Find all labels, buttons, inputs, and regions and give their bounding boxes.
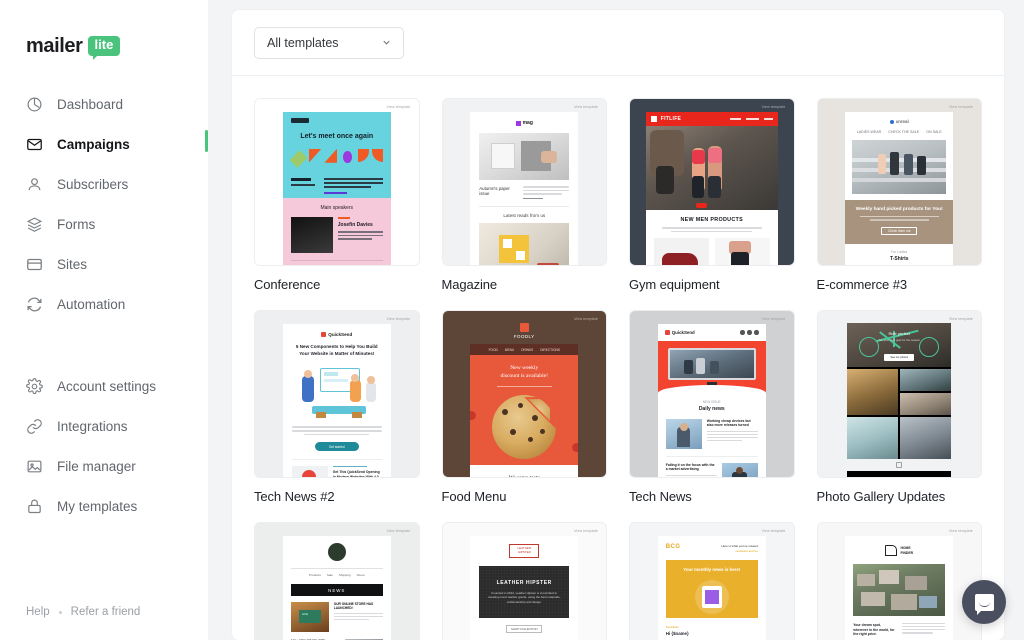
- intercom-chat-button[interactable]: [962, 580, 1006, 624]
- template-card[interactable]: View template mag Autumn's paper issue L…: [441, 98, 607, 292]
- template-thumbnail[interactable]: View template FOODLY FOOD MENU DRINKS DI…: [441, 310, 607, 478]
- chat-bubble-icon: [974, 593, 994, 615]
- sidebar-item-forms[interactable]: Forms: [0, 204, 208, 244]
- user-icon: [26, 176, 43, 193]
- link-icon: [26, 418, 43, 435]
- sidebar-primary-nav: Dashboard Campaigns Subscribers Forms Si…: [0, 66, 208, 324]
- view-template-label: View template: [949, 317, 973, 321]
- sidebar-item-label: Sites: [57, 256, 88, 272]
- lock-icon: [26, 498, 43, 515]
- sidebar-item-account-settings[interactable]: Account settings: [0, 366, 208, 406]
- view-template-label: View template: [761, 317, 786, 321]
- sidebar-item-label: Dashboard: [57, 96, 124, 112]
- sidebar-item-campaigns[interactable]: Campaigns: [0, 124, 208, 164]
- template-card[interactable]: View template FOODLY FOOD MENU DRINKS DI…: [441, 310, 607, 504]
- template-title: Gym equipment: [629, 277, 720, 292]
- templates-grid: View template Let's meet once again Main…: [232, 76, 1004, 640]
- view-template-label: View template: [761, 529, 786, 533]
- template-thumbnail[interactable]: View template HOME FINDER Your dream spo…: [816, 522, 982, 640]
- template-thumbnail[interactable]: View template LEATHER HIPSTER LEATHER HIP…: [441, 522, 607, 640]
- view-template-label: View template: [949, 529, 973, 533]
- filter-bar: All templates: [232, 10, 1004, 76]
- app-root: mailer lite Dashboard Campaigns Subscrib…: [0, 0, 1024, 640]
- template-card[interactable]: View template Products Sale Shipping Abo…: [254, 522, 420, 640]
- view-template-label: View template: [949, 105, 973, 109]
- view-template-label: View template: [574, 105, 598, 109]
- main-content: All templates View template Let's meet o…: [208, 0, 1024, 640]
- template-thumbnail[interactable]: View template unreal LADIES WEAR CHECK T…: [816, 98, 982, 266]
- chevron-down-icon: [381, 37, 392, 48]
- template-thumbnail[interactable]: View template QuickSend NEW ISSUE Daily …: [629, 310, 795, 478]
- separator-dot: [58, 610, 62, 614]
- sidebar-item-label: Subscribers: [57, 176, 129, 192]
- view-template-label: View template: [574, 317, 598, 321]
- sidebar-item-label: Automation: [57, 296, 126, 312]
- sidebar-item-label: File manager: [57, 458, 136, 474]
- template-thumbnail[interactable]: View template Products Sale Shipping Abo…: [254, 522, 420, 640]
- template-title: Photo Gallery Updates: [816, 489, 946, 504]
- view-template-label: View template: [386, 105, 411, 109]
- template-card[interactable]: View template QuickSend NEW ISSUE Daily …: [629, 310, 795, 504]
- template-card[interactable]: View template LEATHER HIPSTER LEATHER HIP…: [441, 522, 607, 640]
- template-thumbnail[interactable]: View template Let's meet once again Main…: [254, 98, 420, 266]
- template-thumbnail[interactable]: View template QuickSend 5 New Components…: [254, 310, 420, 478]
- pie-chart-icon: [26, 96, 43, 113]
- sidebar: mailer lite Dashboard Campaigns Subscrib…: [0, 0, 208, 640]
- template-card[interactable]: View template unreal LADIES WEAR CHECK T…: [816, 98, 982, 292]
- view-template-label: View template: [386, 317, 411, 321]
- template-card[interactable]: View template HOME FINDER Your dream spo…: [816, 522, 982, 640]
- sidebar-secondary-nav: Account settings Integrations File manag…: [0, 324, 208, 526]
- layers-icon: [26, 216, 43, 233]
- template-card[interactable]: View template Ride perfect Get your new …: [816, 310, 982, 504]
- active-nav-indicator: [205, 130, 208, 152]
- image-icon: [26, 458, 43, 475]
- template-card[interactable]: View template Let's meet once again Main…: [254, 98, 420, 292]
- sidebar-item-label: Integrations: [57, 418, 128, 434]
- logo[interactable]: mailer lite: [0, 0, 208, 66]
- help-link[interactable]: Help: [26, 606, 50, 618]
- sidebar-footer: Help Refer a friend: [0, 606, 208, 640]
- gear-icon: [26, 377, 43, 395]
- sidebar-item-label: Account settings: [57, 378, 157, 394]
- logo-text: mailer: [26, 34, 83, 57]
- view-template-label: View template: [386, 529, 411, 533]
- sidebar-item-file-manager[interactable]: File manager: [0, 446, 208, 486]
- envelope-icon: [26, 136, 43, 153]
- sidebar-item-automation[interactable]: Automation: [0, 284, 208, 324]
- template-thumbnail[interactable]: View template Ride perfect Get your new …: [816, 310, 982, 478]
- sidebar-item-dashboard[interactable]: Dashboard: [0, 84, 208, 124]
- refresh-icon: [26, 296, 43, 313]
- template-title: Tech News: [629, 489, 692, 504]
- template-card[interactable]: View template BCG Here is what you've mi…: [629, 522, 795, 640]
- template-title: Magazine: [441, 277, 498, 292]
- template-card[interactable]: View template QuickSend 5 New Components…: [254, 310, 420, 504]
- template-card[interactable]: View template FITLIFE NEW MEN PRODUCTS G…: [629, 98, 795, 292]
- sidebar-item-subscribers[interactable]: Subscribers: [0, 164, 208, 204]
- smile-icon: [978, 602, 990, 607]
- logo-badge: lite: [87, 36, 121, 61]
- sidebar-item-label: Campaigns: [57, 136, 130, 152]
- browser-icon: [26, 256, 43, 273]
- template-title: Conference: [254, 277, 321, 292]
- template-title: Tech News #2: [254, 489, 335, 504]
- sidebar-item-label: Forms: [57, 216, 96, 232]
- refer-a-friend-link[interactable]: Refer a friend: [71, 606, 141, 618]
- sidebar-item-label: My templates: [57, 498, 138, 514]
- view-template-label: View template: [574, 529, 598, 533]
- template-title: E-commerce #3: [816, 277, 908, 292]
- template-thumbnail[interactable]: View template FITLIFE NEW MEN PRODUCTS: [629, 98, 795, 266]
- template-title: Food Menu: [441, 489, 507, 504]
- template-filter-select[interactable]: All templates: [254, 26, 404, 59]
- templates-panel: All templates View template Let's meet o…: [232, 10, 1004, 640]
- sidebar-item-my-templates[interactable]: My templates: [0, 486, 208, 526]
- template-filter-value: All templates: [267, 35, 339, 50]
- sidebar-item-sites[interactable]: Sites: [0, 244, 208, 284]
- view-template-label: View template: [761, 105, 786, 109]
- template-thumbnail[interactable]: View template mag Autumn's paper issue L…: [441, 98, 607, 266]
- template-thumbnail[interactable]: View template BCG Here is what you've mi…: [629, 522, 795, 640]
- sidebar-item-integrations[interactable]: Integrations: [0, 406, 208, 446]
